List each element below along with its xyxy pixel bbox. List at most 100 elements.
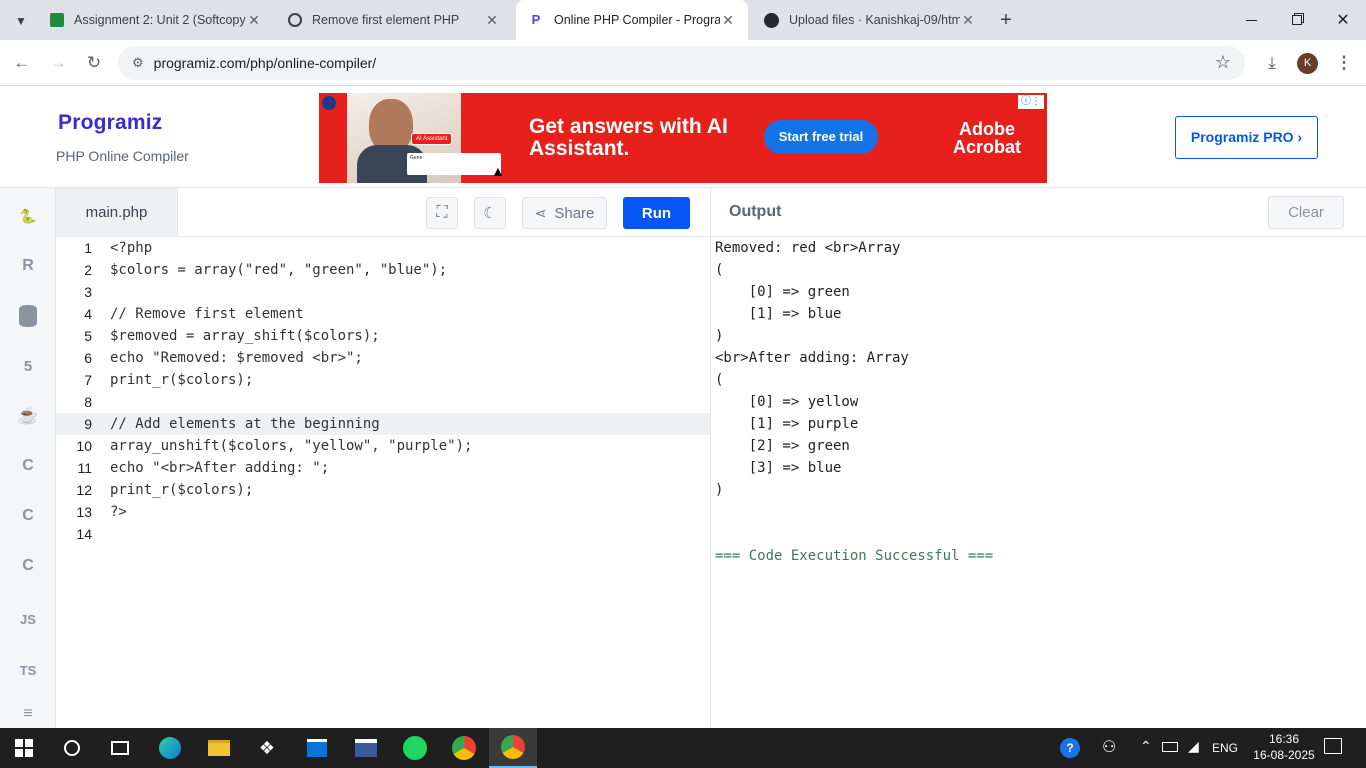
edge-icon[interactable]: [146, 728, 194, 768]
help-icon[interactable]: ?: [1060, 738, 1080, 758]
code-line[interactable]: 7 print_r($colors);: [56, 369, 710, 391]
browser-tab-assignment[interactable]: Assignment 2: Unit 2 (Softcopy ✕: [38, 0, 274, 40]
c-icon[interactable]: C: [9, 447, 47, 485]
output-line: ): [715, 482, 724, 498]
minimize-icon[interactable]: [1228, 12, 1274, 28]
code-line[interactable]: 10 array_unshift($colors, "yellow", "purp…: [56, 435, 710, 457]
download-icon[interactable]: ⤓: [1261, 52, 1283, 74]
run-button[interactable]: Run: [623, 197, 690, 229]
csharp-icon[interactable]: C: [9, 547, 47, 585]
chatgpt-icon: [288, 13, 302, 27]
browser-toolbar: ← → ↻ ⚙ programiz.com/php/online-compile…: [0, 40, 1366, 86]
sql-database-icon[interactable]: [9, 297, 47, 335]
code-text: array_unshift($colors, "yellow", "purple…: [110, 438, 473, 454]
code-line[interactable]: 8: [56, 391, 710, 413]
code-line[interactable]: 12 print_r($colors);: [56, 479, 710, 501]
code-line[interactable]: 14: [56, 523, 710, 545]
wifi-icon[interactable]: ◢: [1188, 738, 1199, 755]
clear-button[interactable]: Clear: [1268, 196, 1344, 229]
browser-tab-programiz[interactable]: P Online PHP Compiler - Program ✕: [516, 0, 748, 40]
dark-mode-moon-icon[interactable]: ☾: [474, 197, 506, 229]
browser-tab-remove-first[interactable]: Remove first element PHP ✕: [276, 0, 512, 40]
task-view-icon[interactable]: [96, 728, 144, 768]
site-info-icon[interactable]: ⚙: [132, 55, 144, 71]
site-header: Programiz PHP Online Compiler AI Assista…: [0, 87, 1366, 188]
javascript-icon[interactable]: JS: [9, 600, 47, 638]
new-tab-button[interactable]: +: [994, 8, 1018, 32]
line-number: 5: [84, 328, 92, 344]
reload-icon[interactable]: ↻: [83, 52, 105, 74]
code-line[interactable]: 3: [56, 281, 710, 303]
cpp-icon[interactable]: C: [9, 497, 47, 535]
file-explorer-icon[interactable]: [195, 728, 243, 768]
notification-icon[interactable]: [1324, 738, 1342, 754]
ad-brand-line1: Adobe: [959, 119, 1015, 139]
python-icon[interactable]: 🐍: [9, 197, 47, 235]
output-line: ): [715, 328, 724, 344]
swift-icon[interactable]: ≡: [9, 700, 47, 728]
programiz-pro-button[interactable]: Programiz PRO ›: [1175, 116, 1318, 159]
ad-banner[interactable]: AI Assistant Gene ▲ Get answers with AI …: [319, 93, 1047, 183]
code-line[interactable]: 5 $removed = array_shift($colors);: [56, 325, 710, 347]
code-editor[interactable]: 1 <?php 2 $colors = array("red", "green", "…: [56, 237, 710, 728]
chevron-up-icon[interactable]: ⌃: [1140, 738, 1152, 755]
output-line: [1] => blue: [715, 306, 842, 322]
html-icon[interactable]: 5: [9, 347, 47, 385]
spotify-icon[interactable]: [391, 728, 439, 768]
file-tab[interactable]: main.php: [56, 188, 178, 237]
chrome-icon[interactable]: [440, 728, 488, 768]
output-console: Removed: red <br>Array ( [0] => green [1]…: [711, 237, 1366, 728]
close-icon[interactable]: ✕: [246, 12, 262, 29]
close-icon[interactable]: ✕: [960, 12, 976, 29]
page-subtitle: PHP Online Compiler: [56, 148, 189, 164]
more-vert-icon[interactable]: ⋮: [1333, 52, 1355, 74]
output-line: Removed: red <br>Array: [715, 240, 901, 256]
code-text: print_r($colors);: [110, 372, 254, 388]
line-number: 13: [76, 504, 92, 520]
typescript-icon[interactable]: TS: [9, 651, 47, 689]
code-line[interactable]: 4 // Remove first element: [56, 303, 710, 325]
address-bar[interactable]: ⚙ programiz.com/php/online-compiler/ ☆: [118, 46, 1245, 80]
ad-info-icon[interactable]: ⓘ⋮: [1018, 95, 1044, 109]
clock-date: 16-08-2025: [1253, 748, 1315, 762]
code-line[interactable]: 6 echo "Removed: $removed <br>";: [56, 347, 710, 369]
output-line: [0] => yellow: [715, 394, 859, 410]
close-icon[interactable]: ✕: [720, 12, 736, 29]
ad-chip: AI Assistant: [411, 133, 453, 145]
tab-search-icon[interactable]: ▼: [10, 10, 32, 32]
search-icon[interactable]: [48, 728, 96, 768]
code-line[interactable]: 2 $colors = array("red", "green", "blue")…: [56, 259, 710, 281]
back-arrow-icon[interactable]: ←: [11, 52, 33, 74]
line-number: 3: [84, 284, 92, 300]
r-icon[interactable]: R: [9, 247, 47, 285]
people-icon[interactable]: ⚇: [1102, 737, 1116, 757]
forward-arrow-icon[interactable]: →: [47, 52, 69, 74]
battery-icon[interactable]: [1162, 742, 1178, 752]
clock[interactable]: 16:36 16-08-2025: [1252, 731, 1316, 763]
code-text: echo "Removed: $removed <br>";: [110, 350, 363, 366]
code-text: $removed = array_shift($colors);: [110, 328, 380, 344]
dropbox-icon[interactable]: ❖: [243, 728, 291, 768]
bookmark-star-icon[interactable]: ☆: [1215, 52, 1231, 73]
browser-tab-github[interactable]: Upload files · Kanishkaj-09/htm ✕: [752, 0, 988, 40]
code-line[interactable]: 9 // Add elements at the beginning: [56, 413, 710, 435]
line-number: 1: [84, 240, 92, 256]
code-line[interactable]: 13 ?>: [56, 501, 710, 523]
window-close-icon[interactable]: ✕: [1320, 8, 1366, 32]
fullscreen-icon[interactable]: ⛶: [426, 197, 458, 229]
restore-icon[interactable]: [1274, 12, 1320, 28]
line-number: 14: [76, 526, 92, 542]
share-button[interactable]: ⋖ Share: [522, 197, 607, 229]
windows-start-icon[interactable]: [0, 728, 48, 768]
code-line[interactable]: 11 echo "<br>After adding: ";: [56, 457, 710, 479]
java-icon[interactable]: ☕: [9, 397, 47, 435]
microsoft-store-icon[interactable]: [293, 728, 341, 768]
close-icon[interactable]: ✕: [484, 12, 500, 29]
programiz-logo[interactable]: Programiz: [58, 111, 163, 135]
language-indicator[interactable]: ENG: [1212, 741, 1238, 755]
ad-cta-button[interactable]: Start free trial: [764, 120, 878, 154]
profile-avatar[interactable]: K: [1297, 53, 1318, 74]
chrome-active-icon[interactable]: [489, 728, 537, 768]
code-line[interactable]: 1 <?php: [56, 237, 710, 259]
video-editor-icon[interactable]: [342, 728, 390, 768]
